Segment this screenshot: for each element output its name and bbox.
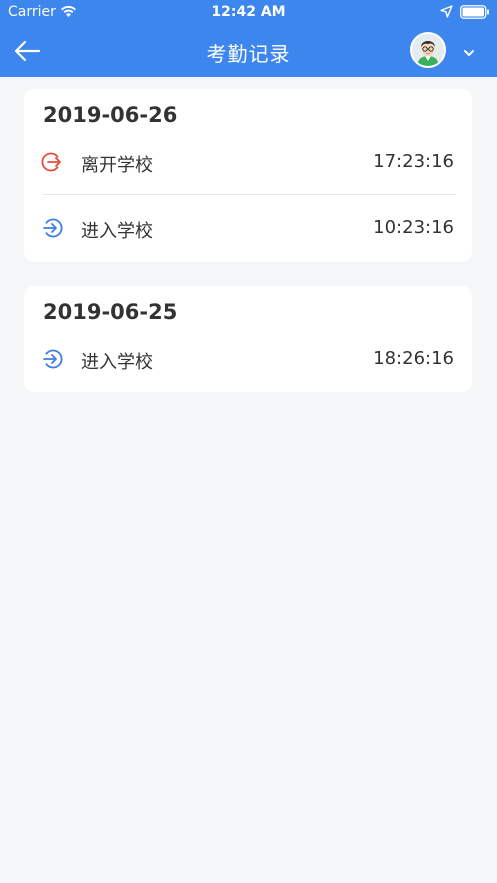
location-icon: [440, 5, 453, 18]
record-date: 2019-06-25: [43, 300, 178, 324]
account-dropdown[interactable]: [462, 44, 476, 56]
battery-icon: [460, 5, 489, 19]
record-label: 进入学校: [81, 352, 153, 373]
record-date: 2019-06-26: [43, 103, 178, 127]
record-time: 10:23:16: [373, 217, 454, 238]
enter-icon: [43, 349, 63, 369]
divider: [43, 194, 456, 195]
attendance-day-card: 2019-06-25 进入学校 18:26:16: [24, 286, 472, 392]
chevron-down-icon: [464, 50, 474, 56]
record-label: 离开学校: [81, 155, 153, 176]
attendance-record-leave: 离开学校 17:23:16: [24, 142, 472, 182]
record-time: 18:26:16: [373, 348, 454, 369]
exit-icon: [41, 152, 61, 172]
arrow-left-icon: [14, 40, 41, 62]
app-header: Carrier 12:42 AM 考勤记录: [0, 0, 497, 77]
back-button[interactable]: [10, 36, 44, 66]
record-time: 17:23:16: [373, 151, 454, 172]
status-bar: Carrier 12:42 AM: [0, 0, 497, 26]
attendance-record-enter: 进入学校 18:26:16: [24, 339, 472, 379]
enter-icon: [43, 218, 63, 238]
attendance-record-enter: 进入学校 10:23:16: [24, 208, 472, 248]
avatar-image: [412, 34, 444, 66]
record-label: 进入学校: [81, 221, 153, 242]
status-time: 12:42 AM: [211, 4, 286, 20]
avatar[interactable]: [410, 32, 446, 68]
attendance-day-card: 2019-06-26 离开学校 17:23:16 进入学校 10:23:16: [24, 89, 472, 262]
